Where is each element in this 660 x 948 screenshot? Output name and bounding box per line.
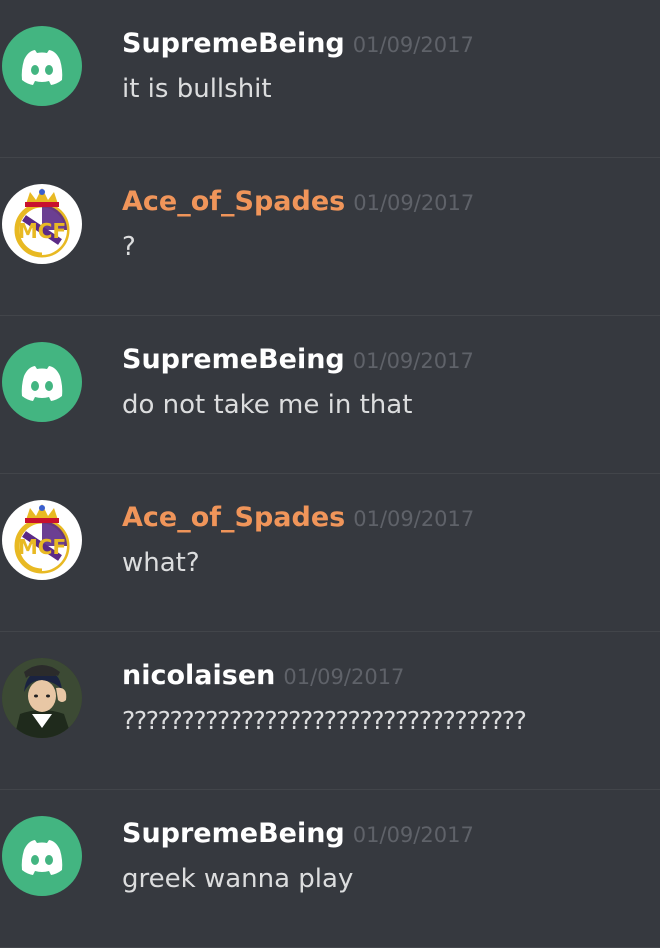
discord-avatar-icon[interactable] [2, 342, 82, 422]
real-madrid-crest-icon[interactable]: MCF [2, 184, 82, 264]
message-header: Ace_of_Spades 01/09/2017 [122, 502, 474, 533]
message-item: MCF Ace_of_Spades 01/09/2017 what? [0, 474, 660, 632]
svg-text:MCF: MCF [18, 219, 66, 243]
anime-character-avatar-icon[interactable] [2, 658, 82, 738]
message-text: ? [122, 232, 136, 262]
username[interactable]: SupremeBeing [122, 28, 345, 59]
timestamp: 01/09/2017 [352, 349, 474, 373]
message-item: SupremeBeing 01/09/2017 it is bullshit [0, 0, 660, 158]
username[interactable]: nicolaisen [122, 660, 275, 691]
svg-text:MCF: MCF [18, 535, 66, 559]
chat-messages: SupremeBeing 01/09/2017 it is bullshit MC… [0, 0, 660, 948]
message-header: SupremeBeing 01/09/2017 [122, 28, 474, 59]
message-text: do not take me in that [122, 390, 413, 420]
username[interactable]: Ace_of_Spades [122, 502, 345, 533]
timestamp: 01/09/2017 [353, 507, 475, 531]
username[interactable]: SupremeBeing [122, 818, 345, 849]
message-header: nicolaisen 01/09/2017 [122, 660, 404, 691]
message-item: SupremeBeing 01/09/2017 do not take me in… [0, 316, 660, 474]
timestamp: 01/09/2017 [283, 665, 405, 689]
timestamp: 01/09/2017 [353, 191, 475, 215]
message-header: SupremeBeing 01/09/2017 [122, 818, 474, 849]
discord-avatar-icon[interactable] [2, 816, 82, 896]
message-header: SupremeBeing 01/09/2017 [122, 344, 474, 375]
discord-avatar-icon[interactable] [2, 26, 82, 106]
message-text: greek wanna play [122, 864, 354, 894]
username[interactable]: SupremeBeing [122, 344, 345, 375]
message-item: SupremeBeing 01/09/2017 greek wanna play [0, 790, 660, 948]
timestamp: 01/09/2017 [352, 823, 474, 847]
timestamp: 01/09/2017 [352, 33, 474, 57]
message-item: nicolaisen 01/09/2017 ???????????????????… [0, 632, 660, 790]
message-text: what? [122, 548, 200, 578]
message-text: ?????????????????????????????????? [122, 706, 527, 735]
message-text: it is bullshit [122, 74, 272, 104]
username[interactable]: Ace_of_Spades [122, 186, 345, 217]
message-header: Ace_of_Spades 01/09/2017 [122, 186, 474, 217]
real-madrid-crest-icon[interactable]: MCF [2, 500, 82, 580]
message-item: MCF Ace_of_Spades 01/09/2017 ? [0, 158, 660, 316]
